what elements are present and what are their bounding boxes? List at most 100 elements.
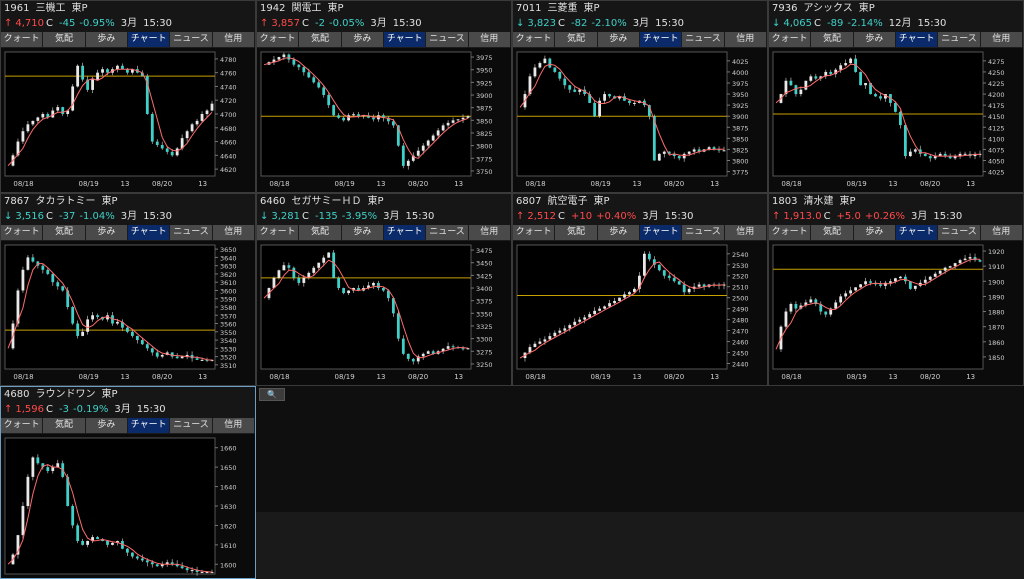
stock-panel-1803[interactable]: 1803 清水建 東P ↑ 1,913.0 C +5.0 +0.26% 3月 15:30 クォート気… bbox=[768, 193, 1024, 386]
price-chart[interactable]: 4780 4760 4740 4720 4700 4680 4660 4640 4620 08/1… bbox=[1, 48, 255, 192]
price-chart[interactable]: 4275 4250 4225 4200 4175 4150 4125 4100 4075 4050… bbox=[769, 48, 1023, 192]
candle bbox=[864, 83, 867, 86]
stock-panel-6807[interactable]: 6807 航空電子 東P ↑ 2,512 C +10 +0.40% 3月 15:30 クォート 気配歩… bbox=[512, 193, 768, 386]
tab-quote[interactable]: クォート bbox=[769, 225, 812, 241]
tab-news[interactable]: ニュース bbox=[682, 225, 725, 241]
tab-ticks[interactable]: 歩み bbox=[853, 32, 896, 48]
x-tick-label: 08/20 bbox=[664, 373, 684, 381]
candle bbox=[282, 265, 286, 271]
candle bbox=[667, 275, 671, 278]
stock-panel-4680[interactable]: 4680 ラウンドワン 東P ↑ 1,596 C -3 -0.19% 3月 15:30 クォート 気配… bbox=[0, 386, 256, 579]
tab-depth[interactable]: 気配 bbox=[43, 418, 86, 434]
price-chart[interactable]: 2540 2530 2520 2510 2500 2490 2480 2470 2460 2450… bbox=[513, 241, 767, 385]
candle bbox=[86, 540, 90, 545]
tab-ticks[interactable]: 歩み bbox=[85, 418, 128, 434]
tab-quote[interactable]: クォート bbox=[1, 418, 44, 434]
y-tick-label: 4740 bbox=[220, 83, 237, 91]
y-tick-label: 3630 bbox=[220, 263, 237, 271]
tab-margin[interactable]: 信用 bbox=[212, 418, 255, 434]
candle bbox=[938, 270, 942, 274]
candle bbox=[302, 67, 306, 73]
tab-ticks[interactable]: 歩み bbox=[85, 225, 128, 241]
tab-quote[interactable]: クォート bbox=[769, 32, 812, 48]
tab-ticks[interactable]: 歩み bbox=[85, 32, 128, 48]
stock-code: 6460 bbox=[260, 196, 286, 207]
tab-chart[interactable]: チャート bbox=[127, 225, 171, 241]
tab-chart[interactable]: チャート bbox=[127, 32, 171, 48]
tab-chart[interactable]: チャート bbox=[127, 418, 171, 434]
tab-chart[interactable]: チャート bbox=[895, 32, 939, 48]
change-percent: -1.04% bbox=[79, 211, 115, 222]
arrow-down-icon: ↓ bbox=[4, 211, 13, 222]
candle bbox=[553, 67, 557, 72]
tab-margin[interactable]: 信用 bbox=[212, 32, 255, 48]
tab-quote[interactable]: クォート bbox=[513, 32, 556, 48]
tab-margin[interactable]: 信用 bbox=[212, 225, 255, 241]
y-tick-label: 4620 bbox=[220, 166, 237, 174]
tab-chart[interactable]: チャート bbox=[639, 32, 683, 48]
candle bbox=[578, 319, 582, 322]
tab-ticks[interactable]: 歩み bbox=[597, 225, 640, 241]
tab-margin[interactable]: 信用 bbox=[724, 225, 767, 241]
magnifier-icon[interactable]: 🔍 bbox=[259, 388, 285, 401]
tab-news[interactable]: ニュース bbox=[170, 418, 213, 434]
tab-margin[interactable]: 信用 bbox=[980, 225, 1023, 241]
candle bbox=[849, 290, 853, 294]
stock-panel-7011[interactable]: 7011 三菱重 東P ↓ 3,823 C -82 -2.10% 3月 15:30 クォート 気配 歩み… bbox=[512, 0, 768, 193]
tab-news[interactable]: ニュース bbox=[938, 32, 981, 48]
tab-depth[interactable]: 気配 bbox=[811, 32, 854, 48]
timestamp: 15:30 bbox=[405, 211, 435, 222]
stock-panel-6460[interactable]: 6460 セガサミーＨＤ 東P ↓ 3,281 C -135 -3.95% 3月 15:30 クォー… bbox=[256, 193, 512, 386]
stock-name: 三機工 bbox=[35, 3, 66, 14]
price-unit: C bbox=[558, 211, 566, 222]
tab-news[interactable]: ニュース bbox=[682, 32, 725, 48]
tab-depth[interactable]: 気配 bbox=[811, 225, 854, 241]
price-chart[interactable]: 3650364036303620361036003590358035703560… bbox=[1, 241, 255, 385]
price-chart[interactable]: 1660 1650 1640 1630 1620 1610 1600 bbox=[1, 434, 255, 578]
tab-chart[interactable]: チャート bbox=[895, 225, 939, 241]
tab-news[interactable]: ニュース bbox=[170, 225, 213, 241]
tab-depth[interactable]: 気配 bbox=[43, 32, 86, 48]
tab-ticks[interactable]: 歩み bbox=[341, 32, 384, 48]
price-chart[interactable]: 3475 3450 3425 3400 3375 3350 3325 3300 3275 3250… bbox=[257, 241, 511, 385]
price-chart[interactable]: 1920 1910 1900 1890 1880 1870 1860 1850 08/18 08/… bbox=[769, 241, 1023, 385]
tab-news[interactable]: ニュース bbox=[170, 32, 213, 48]
tab-depth[interactable]: 気配 bbox=[299, 225, 342, 241]
tab-margin[interactable]: 信用 bbox=[468, 32, 511, 48]
tab-depth[interactable]: 気配 bbox=[299, 32, 342, 48]
price-chart[interactable]: 3975 3950 3925 3900 3875 3850 3825 3800 3775 3750… bbox=[257, 48, 511, 192]
tab-depth[interactable]: 気配 bbox=[555, 32, 598, 48]
tab-chart[interactable]: チャート bbox=[639, 225, 683, 241]
tab-ticks[interactable]: 歩み bbox=[853, 225, 896, 241]
y-tick-label: 4250 bbox=[988, 69, 1005, 77]
tab-chart[interactable]: チャート bbox=[383, 32, 427, 48]
timestamp: 15:30 bbox=[917, 18, 947, 29]
price-chart[interactable]: 4025 4000 3975 3950 3925 3900 3875 3850 3825 3800… bbox=[513, 48, 767, 192]
tab-quote[interactable]: クォート bbox=[1, 32, 44, 48]
tab-news[interactable]: ニュース bbox=[426, 32, 469, 48]
arrow-up-icon: ↑ bbox=[516, 211, 525, 222]
tab-margin[interactable]: 信用 bbox=[468, 225, 511, 241]
tab-margin[interactable]: 信用 bbox=[980, 32, 1023, 48]
tab-quote[interactable]: クォート bbox=[513, 225, 556, 241]
tab-chart[interactable]: チャート bbox=[383, 225, 427, 241]
candle bbox=[180, 356, 184, 359]
tab-news[interactable]: ニュース bbox=[426, 225, 469, 241]
tab-margin[interactable]: 信用 bbox=[724, 32, 767, 48]
tab-quote[interactable]: クォート bbox=[257, 225, 300, 241]
stock-panel-1942[interactable]: 1942 関電工 東P ↑ 3,857 C -2 -0.05% 3月 15:30 クォート 気配 歩みチ… bbox=[256, 0, 512, 193]
tab-quote[interactable]: クォート bbox=[257, 32, 300, 48]
y-tick-label: 3580 bbox=[220, 304, 237, 312]
stock-code: 4680 bbox=[4, 389, 30, 400]
tab-quote[interactable]: クォート bbox=[1, 225, 44, 241]
tab-news[interactable]: ニュース bbox=[938, 225, 981, 241]
stock-panel-1961[interactable]: 1961 三機工 東P ↑ 4,710 C -45 -0.95% 3月 15:30 クォート 気配 歩み… bbox=[0, 0, 256, 193]
stock-panel-7867[interactable]: 7867 タカラトミー 東P ↓ 3,516 C -37 -1.04% 3月 15:30 クォート気… bbox=[0, 193, 256, 386]
tab-ticks[interactable]: 歩み bbox=[341, 225, 384, 241]
tab-depth[interactable]: 気配 bbox=[43, 225, 86, 241]
y-tick-label: 2490 bbox=[732, 306, 749, 314]
tab-depth[interactable]: 気配 bbox=[555, 225, 598, 241]
tab-ticks[interactable]: 歩み bbox=[597, 32, 640, 48]
timestamp: 15:30 bbox=[664, 211, 694, 222]
stock-panel-7936[interactable]: 7936 アシックス 東P ↓ 4,065 C -89 -2.14% 12月 15:30 クォート気… bbox=[768, 0, 1024, 193]
